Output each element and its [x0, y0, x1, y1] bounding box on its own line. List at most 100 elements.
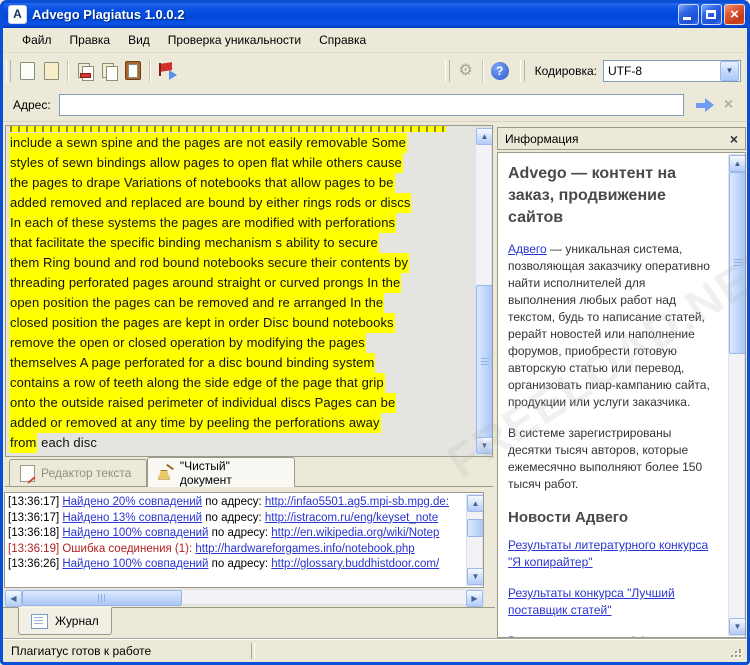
highlighted-text: contains a row of teeth along the side e…	[9, 373, 385, 393]
broom-icon	[158, 466, 174, 480]
highlighted-text: the pages to drape Variations of noteboo…	[9, 173, 395, 193]
text-editor[interactable]: include a sewn spine and the pages are n…	[5, 125, 493, 457]
encoding-value: UTF-8	[604, 64, 720, 78]
highlighted-text: that facilitate the specific binding mec…	[9, 233, 379, 253]
menu-bar: ФайлПравкаВидПроверка уникальностиСправк…	[3, 28, 747, 53]
news-link[interactable]: Вышла новая версия Advego Plagiatus - 1.…	[508, 633, 713, 638]
go-button[interactable]	[694, 97, 716, 113]
tab-clean-document-label: "Чистый" документ	[180, 459, 284, 487]
toolbar-separator	[149, 60, 151, 82]
status-bar: Плагиатус готов к работе	[3, 639, 747, 662]
tab-journal[interactable]: Журнал	[18, 607, 112, 635]
journal-list-icon	[31, 614, 48, 629]
paste-icon	[125, 61, 141, 80]
log-url-link[interactable]: http://istracom.ru/eng/keyset_note	[265, 512, 438, 524]
log-status-link[interactable]: Найдено 100% совпадений	[62, 558, 208, 570]
editor-line: closed position the pages are kept in or…	[9, 313, 474, 333]
log-url-link[interactable]: http://hardwareforgames.info/notebook.ph…	[195, 543, 414, 555]
highlighted-text: onto the outside raised perimeter of ind…	[9, 393, 396, 413]
log-time: [13:36:19]	[8, 543, 62, 555]
maximize-button[interactable]	[701, 4, 722, 25]
editor-line: contains a row of teeth along the side e…	[9, 373, 474, 393]
minimize-button[interactable]	[678, 4, 699, 25]
info-vertical-scrollbar[interactable]: ▲ ▼	[728, 154, 745, 636]
toolbar-separator	[482, 60, 484, 82]
clipped-text-line	[10, 126, 446, 132]
open-document-button[interactable]	[39, 59, 63, 83]
tab-text-editor[interactable]: Редактор текста	[9, 459, 147, 486]
journal-tab-bar: Журнал	[3, 607, 495, 638]
menu-item-Проверка уникальности[interactable]: Проверка уникальности	[159, 30, 310, 50]
log-entry: [13:36:17] Найдено 20% совпадений по адр…	[8, 495, 463, 511]
editor-line: from each disc	[9, 433, 474, 453]
scroll-up-icon[interactable]: ▲	[476, 128, 493, 145]
highlighted-text: them Ring bound and rod bound notebooks …	[9, 253, 409, 273]
toolbar-grip	[445, 60, 450, 82]
menu-item-Справка[interactable]: Справка	[310, 30, 375, 50]
editor-line: added or removed at any time by peeling …	[9, 413, 474, 433]
status-text: Плагиатус готов к работе	[11, 644, 151, 658]
editor-line: onto the outside raised perimeter of ind…	[9, 393, 474, 413]
scroll-down-icon[interactable]: ▼	[476, 437, 493, 454]
maximize-icon	[706, 10, 716, 19]
close-button[interactable]: ×	[724, 4, 745, 25]
editor-line: added removed and replaced are bound by …	[9, 193, 474, 213]
info-scrollbar-thumb[interactable]	[729, 172, 746, 354]
news-heading: Новости Адвего	[508, 509, 713, 526]
scroll-down-icon[interactable]: ▼	[467, 568, 484, 585]
new-document-button[interactable]	[15, 59, 39, 83]
log-vertical-scrollbar[interactable]: ▲ ▼	[466, 494, 483, 586]
scroll-up-icon[interactable]: ▲	[729, 155, 746, 172]
paste-button[interactable]	[121, 59, 145, 83]
info-close-icon[interactable]: ×	[730, 132, 738, 146]
news-link[interactable]: Результаты литературного конкурса "Я коп…	[508, 537, 713, 571]
scroll-down-icon[interactable]: ▼	[729, 618, 746, 635]
menu-item-Вид[interactable]: Вид	[119, 30, 159, 50]
log-rows: [13:36:17] Найдено 20% совпадений по адр…	[8, 495, 463, 573]
address-bar: Адрес: ×	[3, 88, 747, 122]
copy-button[interactable]	[97, 59, 121, 83]
log-status-link[interactable]: Найдено 100% совпадений	[62, 527, 208, 539]
log-status-link[interactable]: Найдено 20% совпадений	[62, 496, 202, 508]
highlighted-text: added removed and replaced are bound by …	[9, 193, 411, 213]
highlighted-text: remove the open or closed operation by m…	[9, 333, 366, 353]
scroll-left-icon[interactable]: ◀	[5, 590, 22, 607]
log-scrollbar-thumb[interactable]	[467, 519, 484, 537]
log-mid-text: по адресу:	[202, 512, 265, 524]
log-hscrollbar-thumb[interactable]	[22, 590, 182, 606]
resize-grip[interactable]	[731, 647, 743, 659]
remove-page-button[interactable]	[73, 59, 97, 83]
log-mid-text: по адресу:	[208, 558, 271, 570]
check-uniqueness-button[interactable]	[155, 59, 179, 83]
help-button[interactable]: ?	[488, 59, 512, 83]
log-url-link[interactable]: http://en.wikipedia.org/wiki/Notep	[271, 527, 439, 539]
tab-text-editor-label: Редактор текста	[41, 466, 131, 480]
log-mid-text: по адресу:	[208, 527, 271, 539]
log-url-link[interactable]: http://infao5501.ag5.mpi-sb.mpg.de:	[265, 496, 449, 508]
title-bar: A Advego Plagiatus 1.0.0.2 ×	[0, 0, 750, 28]
tab-clean-document[interactable]: "Чистый" документ	[147, 457, 295, 487]
info-panel-header: Информация ×	[497, 127, 746, 150]
encoding-select[interactable]: UTF-8 ▼	[603, 60, 741, 82]
log-time: [13:36:26]	[8, 558, 62, 570]
editor-vertical-scrollbar[interactable]: ▲ ▼	[475, 127, 492, 455]
settings-button[interactable]: ⚙	[454, 59, 478, 83]
stop-button[interactable]: ×	[724, 97, 733, 113]
editor-scrollbar-thumb[interactable]	[476, 285, 493, 439]
advego-link[interactable]: Адвего	[508, 242, 547, 256]
chevron-down-icon[interactable]: ▼	[720, 61, 739, 81]
document-tabs: Редактор текста "Чистый" документ	[5, 457, 493, 489]
address-input[interactable]	[59, 94, 684, 116]
scroll-up-icon[interactable]: ▲	[467, 495, 484, 512]
log-url-link[interactable]: http://glossary.buddhistdoor.com/	[271, 558, 439, 570]
highlighted-text: open position the pages can be removed a…	[9, 293, 384, 313]
log-time: [13:36:17]	[8, 496, 62, 508]
news-list: Результаты литературного конкурса "Я коп…	[508, 537, 713, 638]
news-link[interactable]: Результаты конкурса "Лучший поставщик ст…	[508, 585, 713, 619]
menu-item-Правка[interactable]: Правка	[61, 30, 120, 50]
log-status-link[interactable]: Найдено 13% совпадений	[62, 512, 202, 524]
toolbar-grip	[6, 60, 11, 82]
log-horizontal-scrollbar[interactable]: ◀ ▶	[4, 589, 484, 605]
scroll-right-icon[interactable]: ▶	[466, 590, 483, 607]
menu-item-Файл[interactable]: Файл	[13, 30, 61, 50]
